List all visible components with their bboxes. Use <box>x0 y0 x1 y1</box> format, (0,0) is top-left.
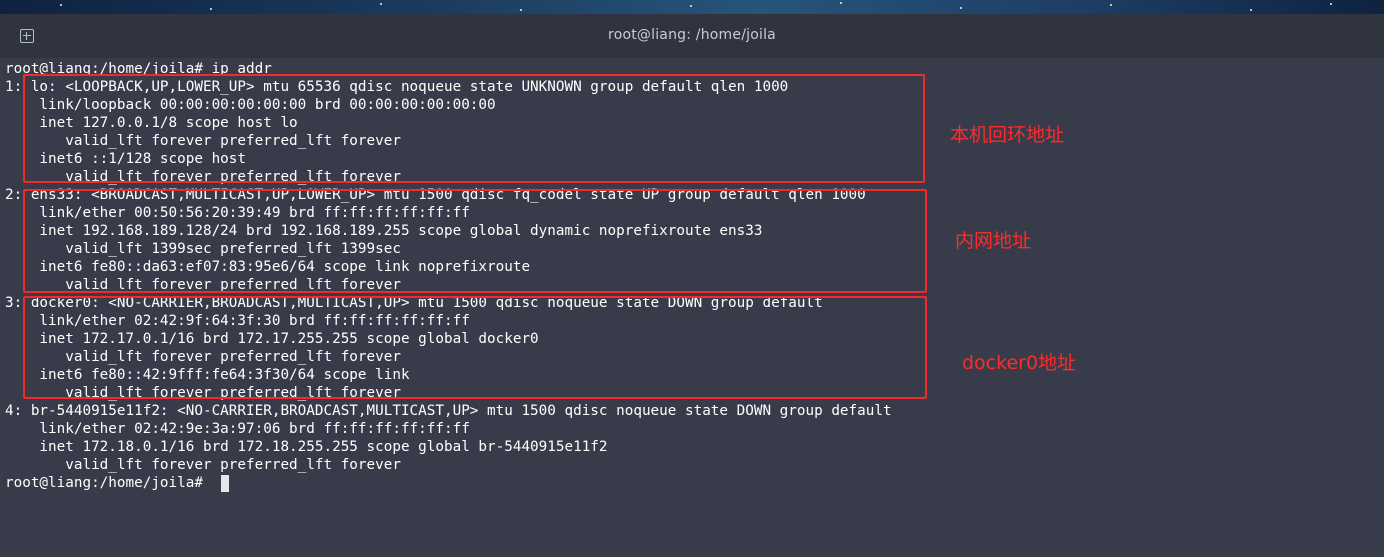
title-bar: root@liang: /home/joila <box>0 14 1384 58</box>
docker0-highlight-box <box>23 296 927 399</box>
text-cursor <box>221 475 229 492</box>
terminal-line: link/ether 02:42:9e:3a:97:06 brd ff:ff:f… <box>5 421 470 437</box>
loopback-annotation: 本机回环地址 <box>950 124 1065 146</box>
terminal-line: 4: br-5440915e11f2: <NO-CARRIER,BROADCAS… <box>5 403 892 419</box>
window-title: root@liang: /home/joila <box>608 27 776 43</box>
terminal-output[interactable]: root@liang:/home/joila# ip addr 1: lo: <… <box>0 58 1384 557</box>
terminal-window: root@liang: /home/joila root@liang:/home… <box>0 0 1384 557</box>
lan-annotation: 内网地址 <box>955 230 1032 252</box>
shell-prompt: root@liang:/home/joila# <box>5 475 212 491</box>
lan-highlight-box <box>23 189 927 293</box>
loopback-highlight-box <box>23 74 925 183</box>
terminal-line: inet 172.18.0.1/16 brd 172.18.255.255 sc… <box>5 439 608 455</box>
desktop-wallpaper-strip <box>0 0 1384 14</box>
terminal-line: valid_lft forever preferred_lft forever <box>5 457 401 473</box>
docker0-annotation: docker0地址 <box>962 352 1077 374</box>
